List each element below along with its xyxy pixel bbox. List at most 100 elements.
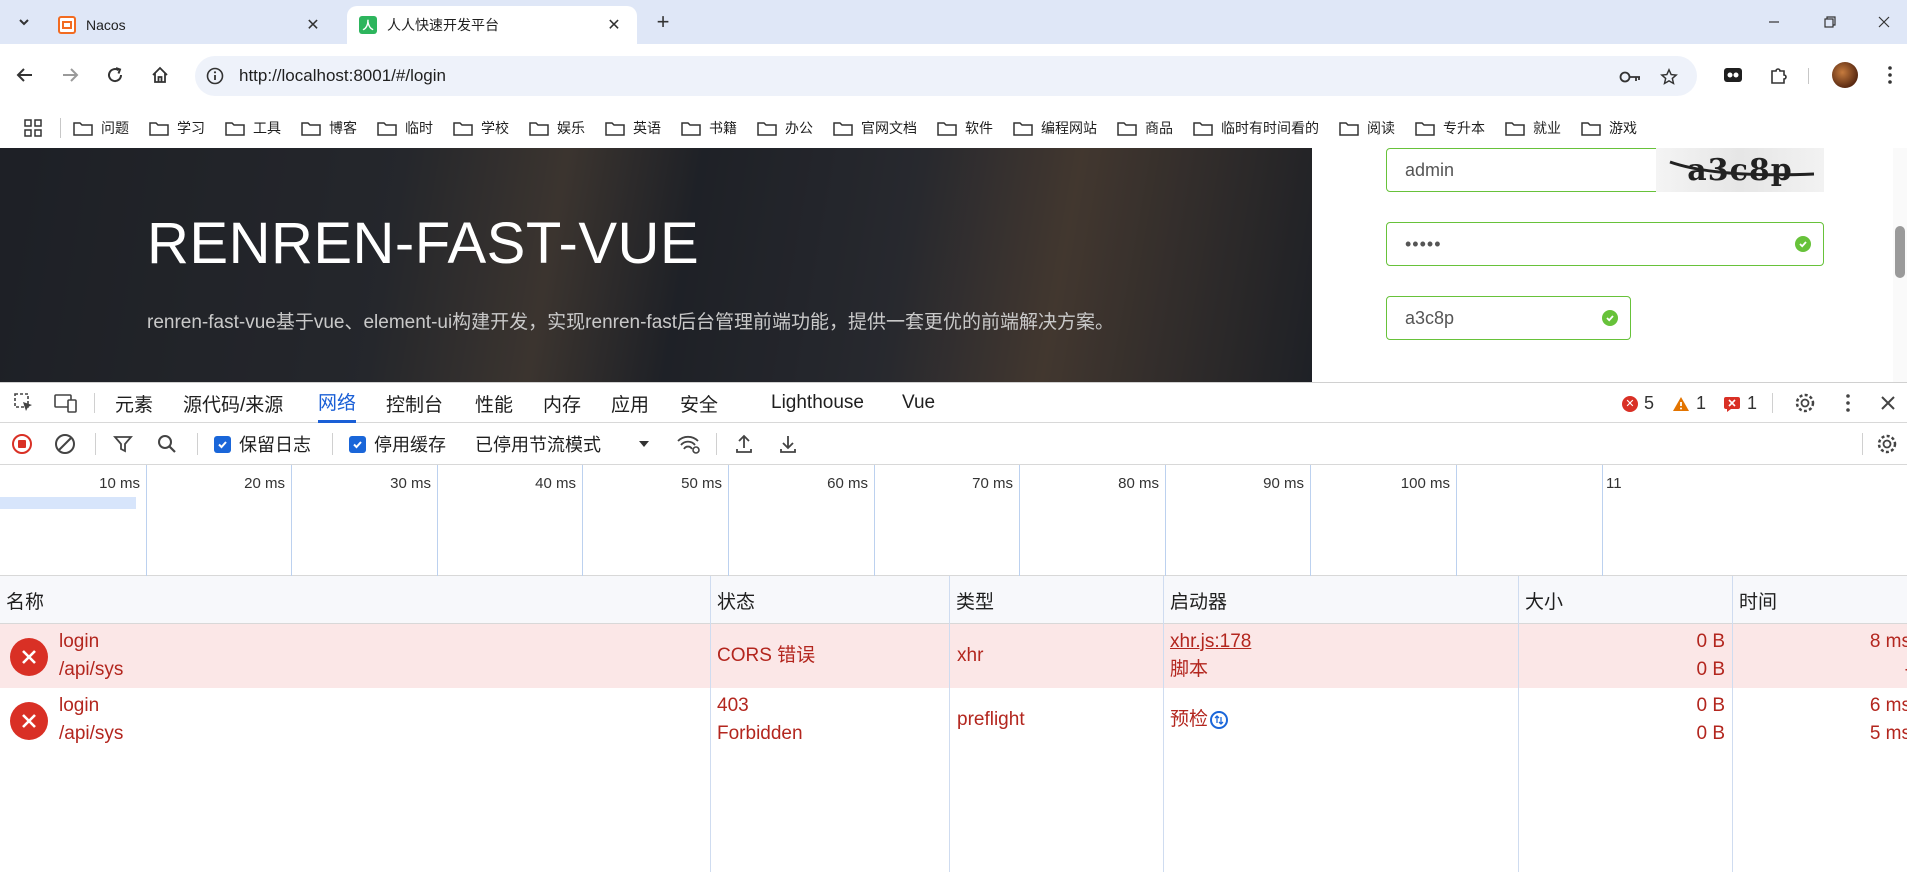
bookmark-folder[interactable]: 临时有时间看的 (1193, 118, 1319, 138)
tab-sources[interactable]: 源代码/来源 (183, 383, 283, 423)
throttling-select[interactable]: 已停用节流模式 (475, 423, 651, 465)
home-button[interactable] (145, 60, 175, 90)
tab-network[interactable]: 网络 (318, 383, 357, 423)
bookmark-folder[interactable]: 软件 (937, 118, 993, 138)
clear-button[interactable] (54, 423, 76, 465)
site-info-button[interactable] (195, 56, 235, 96)
captcha-image[interactable]: a3c8p (1656, 148, 1824, 192)
devtools-settings-button[interactable] (1791, 389, 1819, 417)
disable-cache-checkbox[interactable]: 停用缓存 (349, 423, 446, 465)
close-icon[interactable]: ✕ (304, 15, 322, 35)
tab-lighthouse[interactable]: Lighthouse (771, 383, 864, 423)
close-window-button[interactable] (1862, 8, 1906, 36)
initiator-preflight[interactable]: 预检 (1170, 706, 1229, 734)
error-count-badge[interactable]: ✕ 5 (1622, 393, 1654, 414)
reload-button[interactable] (100, 60, 130, 90)
bookmark-label: 英语 (633, 120, 661, 136)
bookmark-folder[interactable]: 娱乐 (529, 118, 585, 138)
tab-security[interactable]: 安全 (680, 383, 718, 423)
column-divider[interactable] (1163, 576, 1164, 872)
preserve-log-checkbox[interactable]: 保留日志 (214, 423, 311, 465)
timeline-gridline (1310, 465, 1311, 576)
captcha-field[interactable]: a3c8p (1386, 296, 1631, 340)
scrollbar-thumb[interactable] (1895, 226, 1905, 278)
extensions-menu-button[interactable] (1764, 60, 1794, 90)
tab-performance[interactable]: 性能 (475, 383, 513, 423)
address-bar[interactable]: http://localhost:8001/#/login (195, 56, 1697, 96)
bookmark-label: 临时 (405, 120, 433, 136)
hero-title: RENREN-FAST-VUE (147, 211, 700, 276)
column-header-type[interactable]: 类型 (950, 576, 994, 624)
bookmark-folder[interactable]: 英语 (605, 118, 661, 138)
bookmark-folder[interactable]: 商品 (1117, 118, 1173, 138)
toolbar-divider (1862, 433, 1863, 455)
devtools-divider (94, 393, 95, 413)
column-header-time[interactable]: 时间 (1733, 576, 1777, 624)
tab-renren[interactable]: 人 人人快速开发平台 ✕ (347, 6, 637, 44)
column-header-name[interactable]: 名称 (0, 576, 44, 624)
table-row[interactable]: login /api/sys 403 Forbidden preflight 预… (0, 688, 1907, 752)
network-overview-timeline[interactable]: 10 ms 20 ms 30 ms 40 ms 50 ms 60 ms 70 ms 80 ms… (0, 465, 1907, 576)
bookmark-star-button[interactable] (1656, 64, 1682, 90)
devtools-close-button[interactable] (1874, 389, 1902, 417)
tab-memory[interactable]: 内存 (543, 383, 581, 423)
warning-count-badge[interactable]: 1 (1672, 393, 1706, 414)
column-divider[interactable] (1732, 576, 1733, 872)
minimize-button[interactable] (1752, 8, 1796, 36)
bookmark-folder[interactable]: 就业 (1505, 118, 1561, 138)
apps-button[interactable] (18, 116, 48, 140)
bookmark-folder[interactable]: 官网文档 (833, 118, 917, 138)
device-toolbar-button[interactable] (52, 389, 80, 417)
column-header-initiator[interactable]: 启动器 (1164, 576, 1227, 624)
bookmark-folder[interactable]: 阅读 (1339, 118, 1395, 138)
bookmark-folder[interactable]: 博客 (301, 118, 357, 138)
tab-elements[interactable]: 元素 (115, 383, 153, 423)
bookmark-folder[interactable]: 问题 (73, 118, 129, 138)
tab-search-button[interactable] (10, 9, 38, 35)
password-key-button[interactable] (1617, 64, 1643, 90)
filter-button[interactable] (113, 423, 133, 465)
tab-application[interactable]: 应用 (611, 383, 649, 423)
column-header-size[interactable]: 大小 (1519, 576, 1563, 624)
bookmark-folder[interactable]: 编程网站 (1013, 118, 1097, 138)
bookmark-label: 博客 (329, 120, 357, 136)
bookmark-folder[interactable]: 临时 (377, 118, 433, 138)
search-button[interactable] (157, 423, 177, 465)
bookmark-folder[interactable]: 工具 (225, 118, 281, 138)
bookmark-folder[interactable]: 游戏 (1581, 118, 1637, 138)
back-button[interactable] (10, 60, 40, 90)
import-har-button[interactable] (734, 423, 754, 465)
column-divider[interactable] (949, 576, 950, 872)
avatar[interactable] (1832, 62, 1858, 88)
browser-menu-button[interactable] (1875, 60, 1905, 90)
inspect-element-button[interactable] (10, 389, 38, 417)
tab-nacos[interactable]: Nacos ✕ (46, 6, 336, 44)
forward-button[interactable] (55, 60, 85, 90)
initiator-link[interactable]: xhr.js:178 (1170, 628, 1251, 656)
export-har-button[interactable] (778, 423, 798, 465)
close-icon[interactable]: ✕ (605, 15, 623, 35)
issues-count-badge[interactable]: 1 (1723, 393, 1757, 414)
bookmark-folder[interactable]: 学习 (149, 118, 205, 138)
bookmark-folder[interactable]: 专升本 (1415, 118, 1485, 138)
record-button[interactable] (11, 423, 33, 465)
tab-console[interactable]: 控制台 (386, 383, 443, 423)
page-scrollbar[interactable] (1893, 148, 1907, 382)
column-divider[interactable] (1518, 576, 1519, 872)
bookmark-label: 就业 (1533, 120, 1561, 136)
devtools-more-button[interactable] (1834, 389, 1862, 417)
request-timing-bar (0, 497, 136, 509)
column-divider[interactable] (710, 576, 711, 872)
password-field[interactable]: ••••• (1386, 222, 1824, 266)
new-tab-button[interactable]: + (650, 9, 676, 35)
table-row[interactable]: login /api/sys CORS 错误 xhr xhr.js:178 脚本… (0, 624, 1907, 688)
network-conditions-button[interactable] (676, 423, 702, 465)
network-settings-button[interactable] (1876, 423, 1898, 465)
tab-vue[interactable]: Vue (902, 383, 935, 423)
extension-button[interactable] (1718, 60, 1748, 90)
bookmark-folder[interactable]: 书籍 (681, 118, 737, 138)
column-header-status[interactable]: 状态 (711, 576, 755, 624)
restore-button[interactable] (1808, 8, 1852, 36)
bookmark-folder[interactable]: 办公 (757, 118, 813, 138)
bookmark-folder[interactable]: 学校 (453, 118, 509, 138)
